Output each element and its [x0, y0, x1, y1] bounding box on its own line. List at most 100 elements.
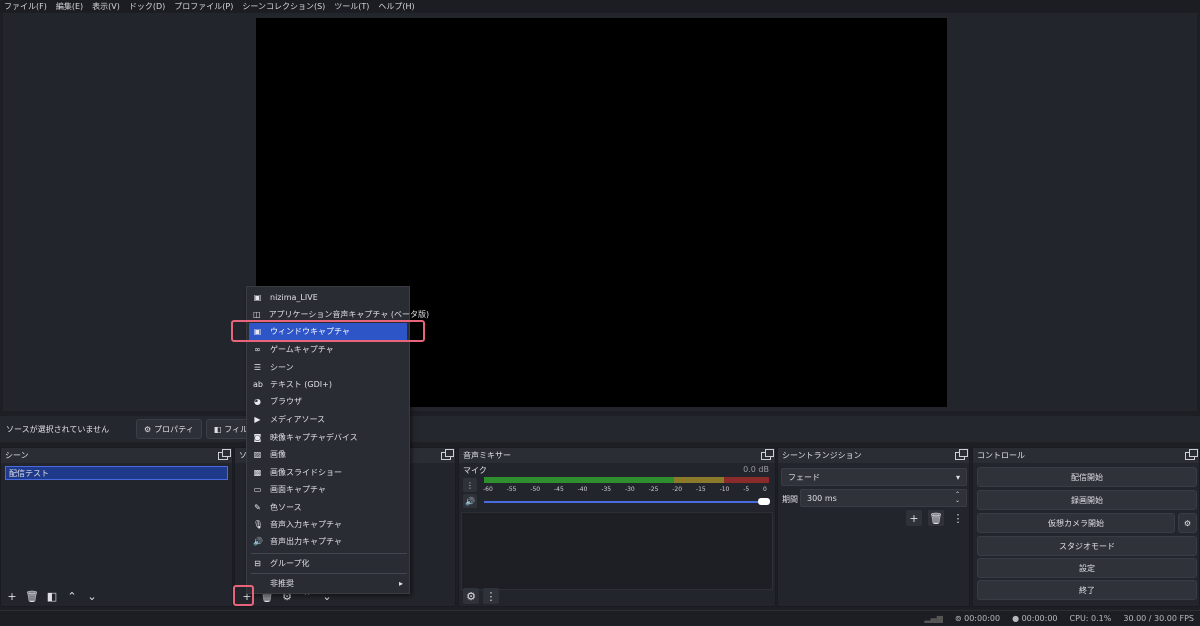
menu-item-label: メディアソース [270, 415, 326, 424]
virtual-camera-gear-icon[interactable]: ⚙ [1178, 513, 1197, 533]
trash-icon[interactable]: 🗑 [24, 588, 40, 604]
menu-dock[interactable]: ドック(D) [129, 1, 165, 12]
fps-display: 30.00 / 30.00 FPS [1123, 614, 1194, 623]
camera-icon: ◙ [253, 433, 262, 442]
signal-icon: ▂▄▆ [924, 614, 943, 623]
scenes-title: シーン [5, 451, 29, 460]
globe-icon: ◕ [254, 397, 261, 406]
scene-item-label: 配信テスト [9, 468, 49, 478]
speaker-icon: 🔊 [253, 537, 263, 546]
more-options-icon[interactable]: ⋮ [483, 588, 499, 604]
menu-file[interactable]: ファイル(F) [4, 1, 47, 12]
speaker-icon[interactable]: 🔊 [463, 494, 477, 508]
float-dock-icon[interactable] [441, 448, 454, 460]
menu-tools[interactable]: ツール(T) [334, 1, 369, 12]
highlight-window-capture [231, 320, 425, 342]
source-toolbar: ソースが選択されていません ⚙ プロパティ ◧ フィルタ [0, 416, 1200, 442]
chevron-down-icon[interactable]: ⌄ [84, 588, 100, 604]
advanced-audio-gear-icon[interactable]: ⚙ [463, 588, 479, 604]
float-dock-icon[interactable] [955, 448, 968, 460]
menu-item-label: アプリケーション音声キャプチャ (ベータ版) [268, 310, 430, 319]
mixer-level: 0.0 dB [743, 465, 769, 474]
spin-arrows-icon[interactable]: ⌃ ⌄ [955, 492, 960, 504]
tick: -40 [577, 486, 588, 493]
menu-divider [251, 573, 407, 574]
studio-mode-button[interactable]: スタジオモード [977, 536, 1197, 556]
menu-item-nizima-live[interactable]: ▣ nizima_LIVE [249, 289, 407, 306]
scenes-toolbar: + 🗑 ◧ ⌃ ⌄ [4, 588, 100, 604]
scene-item[interactable]: 配信テスト [5, 466, 228, 480]
mixer-empty-area [461, 512, 773, 590]
scenes-dock-title: シーン [1, 448, 232, 463]
menu-item-game-capture[interactable]: ∞ ゲームキャプチャ [249, 341, 407, 358]
tick: -5 [743, 486, 750, 493]
add-transition-icon[interactable]: + [906, 510, 922, 526]
audio-mixer-dock: 音声ミキサー マイク 0.0 dB ⋮ 🔊 -60 -55 -50 -45 -4… [458, 447, 776, 607]
menu-help[interactable]: ヘルプ(H) [378, 1, 414, 12]
menu-item-image[interactable]: ▨ 画像 [249, 446, 407, 463]
menu-item-text-gdi[interactable]: ab テキスト (GDI+) [249, 376, 407, 393]
settings-button[interactable]: 設定 [977, 558, 1197, 578]
menu-item-audio-input-capture[interactable]: 🎙 音声入力キャプチャ [249, 516, 407, 533]
monitor-icon: ▭ [253, 485, 262, 494]
more-options-icon[interactable]: ⋮ [950, 510, 966, 526]
start-recording-button[interactable]: 録画開始 [977, 490, 1197, 510]
menu-divider [251, 553, 407, 554]
microphone-icon: 🎙 [253, 520, 264, 529]
mixer-title: 音声ミキサー [463, 451, 511, 460]
tick: -35 [601, 486, 612, 493]
filter-icon[interactable]: ◧ [44, 588, 60, 604]
menu-scene-collection[interactable]: シーンコレクション(S) [242, 1, 325, 12]
play-icon: ▶ [254, 415, 261, 424]
chevron-up-icon[interactable]: ⌃ [64, 588, 80, 604]
trash-icon[interactable]: 🗑 [928, 510, 944, 526]
volume-slider[interactable] [484, 501, 769, 503]
menu-item-scene[interactable]: ☰ シーン [249, 359, 407, 376]
record-status: ● 00:00:00 [1012, 614, 1057, 623]
mixer-channel-name: マイク [463, 466, 487, 475]
menu-item-media-source[interactable]: ▶ メディアソース [249, 411, 407, 428]
start-streaming-button[interactable]: 配信開始 [977, 467, 1197, 487]
transitions-dock: シーントランジション フェード ▾ 期間 300 ms ⌃ ⌄ + 🗑 ⋮ [777, 447, 970, 607]
tick: -20 [672, 486, 683, 493]
menu-item-image-slideshow[interactable]: ▩ 画像スライドショー [249, 464, 407, 481]
gear-icon: ⚙ [144, 424, 152, 434]
stream-icon: ⊚ [954, 614, 962, 623]
stream-time: 00:00:00 [964, 614, 1001, 623]
stream-status: ⊚ 00:00:00 [955, 614, 1000, 623]
menu-item-label: 画面キャプチャ [270, 485, 326, 494]
add-scene-icon[interactable]: + [4, 588, 20, 604]
transition-select[interactable]: フェード ▾ [781, 468, 967, 486]
menu-item-display-capture[interactable]: ▭ 画面キャプチャ [249, 481, 407, 498]
dropdown-arrow-icon: ▾ [955, 472, 960, 482]
volume-slider-handle[interactable] [758, 498, 770, 505]
duration-label: 期間 [782, 495, 798, 504]
image-icon: ▨ [253, 450, 262, 459]
controls-title: コントロール [977, 451, 1025, 460]
menu-item-deprecated[interactable]: 非推奨 ▸ [249, 575, 407, 592]
float-dock-icon[interactable] [1185, 448, 1198, 460]
float-dock-icon[interactable] [218, 448, 231, 460]
cpu-usage: CPU: 0.1% [1069, 614, 1112, 623]
float-dock-icon[interactable] [761, 448, 774, 460]
properties-button[interactable]: ⚙ プロパティ [136, 419, 202, 439]
menu-item-video-capture-device[interactable]: ◙ 映像キャプチャデバイス [249, 429, 407, 446]
meter-yellow [674, 477, 724, 483]
mixer-toolbar: ⚙ ⋮ [463, 588, 499, 604]
gamepad-icon: ∞ [254, 345, 261, 354]
menu-item-color-source[interactable]: ✎ 色ソース [249, 499, 407, 516]
mixer-options-icon[interactable]: ⋮ [463, 478, 477, 492]
menu-item-browser[interactable]: ◕ ブラウザ [249, 393, 407, 410]
menu-profile[interactable]: プロファイル(P) [174, 1, 233, 12]
menu-edit[interactable]: 編集(E) [56, 1, 83, 12]
menu-item-group[interactable]: ⊟ グループ化 [249, 555, 407, 572]
menu-item-audio-output-capture[interactable]: 🔊 音声出力キャプチャ [249, 533, 407, 550]
duration-spinbox[interactable]: 300 ms ⌃ ⌄ [800, 489, 967, 507]
folder-icon: ⊟ [254, 559, 261, 568]
menu-view[interactable]: 表示(V) [92, 1, 120, 12]
tick: -25 [648, 486, 659, 493]
exit-button[interactable]: 終了 [977, 580, 1197, 600]
start-virtual-camera-button[interactable]: 仮想カメラ開始 [977, 513, 1175, 533]
tick: -15 [695, 486, 706, 493]
menu-item-label: テキスト (GDI+) [270, 380, 332, 389]
